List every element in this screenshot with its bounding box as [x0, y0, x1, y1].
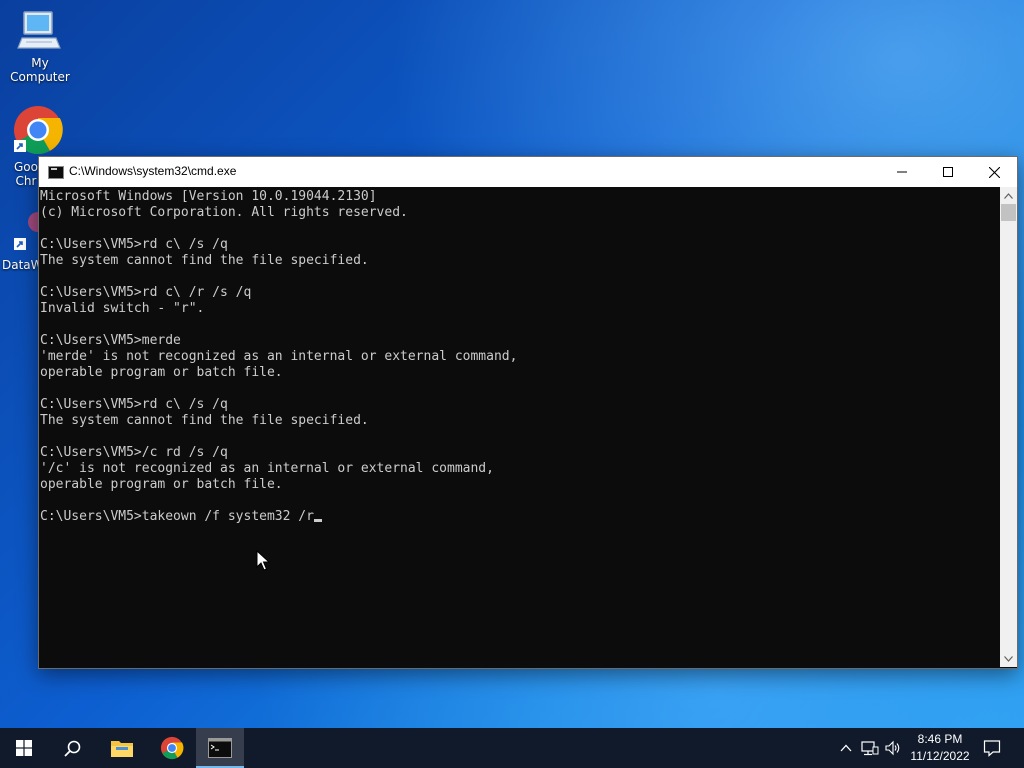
console-line: (c) Microsoft Corporation. All rights re…	[40, 205, 408, 220]
chevron-down-icon	[1004, 655, 1013, 662]
clock-date: 11/12/2022	[910, 749, 970, 763]
console-line: C:\Users\VM5>rd c\ /s /q	[40, 397, 228, 412]
window-title: C:\Windows\system32\cmd.exe	[69, 164, 237, 178]
folder-icon	[111, 741, 133, 757]
network-icon	[861, 741, 879, 756]
scrollbar-thumb[interactable]	[1001, 204, 1016, 221]
chevron-up-icon	[1004, 192, 1013, 199]
cmd-icon	[48, 166, 64, 179]
console-line: C:\Users\VM5>/c rd /s /q	[40, 445, 228, 460]
scroll-down-button[interactable]	[1000, 650, 1017, 667]
taskbar: 8:46 PM 11/12/2022	[0, 728, 1024, 768]
desktop-icon-label: Goo Chr	[14, 160, 38, 188]
windows-logo-icon	[16, 740, 32, 756]
window-titlebar[interactable]: C:\Windows\system32\cmd.exe	[39, 157, 1017, 187]
shortcut-arrow-icon	[14, 238, 26, 250]
console-line: C:\Users\VM5>rd c\ /s /q	[40, 237, 228, 252]
chevron-up-icon	[840, 744, 852, 752]
console-line: Invalid switch - "r".	[40, 301, 205, 316]
desktop-icon-chrome[interactable]: Goo Chr	[0, 104, 80, 188]
command-input-text: C:\Users\VM5>takeown /f system32 /r	[40, 509, 314, 524]
show-hidden-icons-button[interactable]	[836, 738, 856, 758]
maximize-button[interactable]	[925, 157, 971, 187]
volume-button[interactable]	[883, 738, 903, 758]
close-button[interactable]	[971, 157, 1017, 187]
computer-icon	[17, 11, 61, 49]
taskbar-cmd[interactable]	[196, 728, 244, 768]
minimize-icon	[897, 171, 907, 173]
console-line: 'merde' is not recognized as an internal…	[40, 349, 518, 364]
command-input-line[interactable]: C:\Users\VM5>takeown /f system32 /r	[40, 509, 1000, 525]
chrome-icon	[160, 736, 184, 760]
cmd-window[interactable]: C:\Windows\system32\cmd.exe Microsoft Wi…	[38, 156, 1018, 669]
console-line: C:\Users\VM5>merde	[40, 333, 181, 348]
maximize-icon	[943, 167, 953, 177]
console-line: '/c' is not recognized as an internal or…	[40, 461, 494, 476]
text-caret	[313, 519, 322, 522]
taskbar-file-explorer[interactable]	[98, 728, 146, 768]
mouse-cursor-icon	[256, 550, 270, 571]
cmd-icon	[208, 738, 232, 758]
console-line: Microsoft Windows [Version 10.0.19044.21…	[40, 189, 377, 204]
search-icon	[63, 740, 80, 757]
search-button[interactable]	[48, 728, 96, 768]
desktop-icon-label: My Computer	[10, 56, 70, 84]
console-line: C:\Users\VM5>rd c\ /r /s /q	[40, 285, 252, 300]
action-center-button[interactable]	[970, 728, 1014, 768]
console-line: The system cannot find the file specifie…	[40, 253, 369, 268]
desktop: My Computer Goo Chr DataW C:\Windows\sys…	[0, 0, 1024, 728]
minimize-button[interactable]	[879, 157, 925, 187]
desktop-icon-my-computer[interactable]: My Computer	[0, 8, 80, 84]
taskbar-clock[interactable]: 8:46 PM 11/12/2022	[906, 731, 974, 765]
console-line: operable program or batch file.	[40, 365, 283, 380]
start-button[interactable]	[0, 728, 48, 768]
scroll-up-button[interactable]	[1000, 187, 1017, 204]
shortcut-arrow-icon	[14, 140, 26, 152]
speaker-icon	[885, 740, 900, 756]
taskbar-chrome[interactable]	[148, 728, 196, 768]
console-output[interactable]: Microsoft Windows [Version 10.0.19044.21…	[39, 187, 1000, 667]
clock-time: 8:46 PM	[917, 732, 963, 746]
notification-icon	[983, 740, 1001, 757]
console-line: operable program or batch file.	[40, 477, 283, 492]
console-line: The system cannot find the file specifie…	[40, 413, 369, 428]
desktop-icon-label: DataW	[2, 258, 43, 272]
close-icon	[988, 166, 1000, 178]
vertical-scrollbar[interactable]	[1000, 187, 1017, 667]
network-button[interactable]	[860, 738, 880, 758]
